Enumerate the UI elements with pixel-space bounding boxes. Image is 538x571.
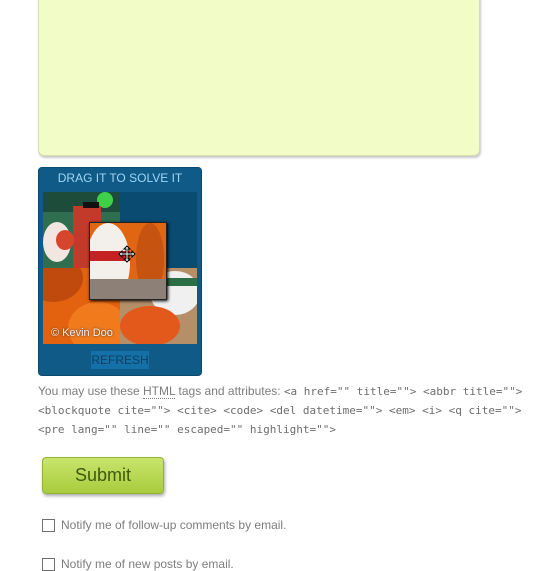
html-abbr: HTML: [142, 384, 176, 399]
puzzle-board: © Kevin Doo: [43, 192, 197, 344]
comment-textarea[interactable]: [38, 0, 480, 156]
submit-button[interactable]: Submit: [42, 457, 164, 494]
refresh-button[interactable]: REFRESH: [91, 351, 149, 369]
notify-comments-option: Notify me of follow-up comments by email…: [42, 518, 287, 533]
notify-posts-checkbox[interactable]: [42, 558, 55, 571]
move-cursor-icon: [118, 245, 136, 263]
captcha-puzzle: DRAG IT TO SOLVE IT © Kevin Doo REFRESH: [38, 167, 202, 376]
puzzle-watermark: © Kevin Doo: [51, 327, 113, 339]
notify-comments-label: Notify me of follow-up comments by email…: [61, 518, 287, 532]
puzzle-title: DRAG IT TO SOLVE IT: [57, 171, 183, 185]
allowed-tags-text: You may use these HTML tags and attribut…: [38, 384, 523, 436]
notify-comments-checkbox[interactable]: [42, 519, 55, 533]
